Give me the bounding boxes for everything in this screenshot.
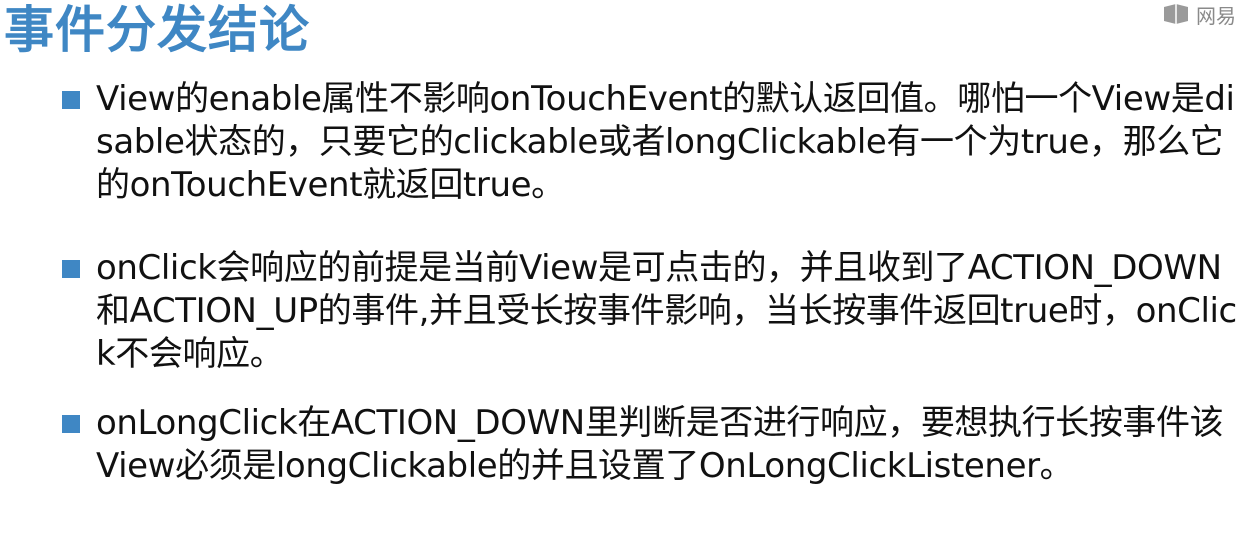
watermark-logo-icon	[1164, 4, 1188, 24]
bullet-item: onClick会响应的前提是当前View是可点击的，并且收到了ACTION_DO…	[62, 247, 1238, 376]
slide-title: 事件分发结论	[4, 1, 310, 59]
bullet-square-icon	[62, 91, 80, 109]
bullet-item: onLongClick在ACTION_DOWN里判断是否进行响应，要想执行长按事…	[62, 402, 1238, 488]
bullet-text: View的enable属性不影响onTouchEvent的默认返回值。哪怕一个V…	[96, 79, 1235, 205]
bullet-list: View的enable属性不影响onTouchEvent的默认返回值。哪怕一个V…	[62, 78, 1238, 488]
bullet-square-icon	[62, 260, 80, 278]
watermark: 网易	[1162, 0, 1240, 28]
bullet-text: onClick会响应的前提是当前View是可点击的，并且收到了ACTION_DO…	[96, 248, 1237, 374]
bullet-item: View的enable属性不影响onTouchEvent的默认返回值。哪怕一个V…	[62, 78, 1238, 207]
bullet-square-icon	[62, 415, 80, 433]
watermark-text: 网易	[1196, 3, 1236, 28]
slide: 事件分发结论 网易 View的enable属性不影响onTouchEvent的默…	[0, 0, 1240, 555]
bullet-text: onLongClick在ACTION_DOWN里判断是否进行响应，要想执行长按事…	[96, 403, 1224, 486]
